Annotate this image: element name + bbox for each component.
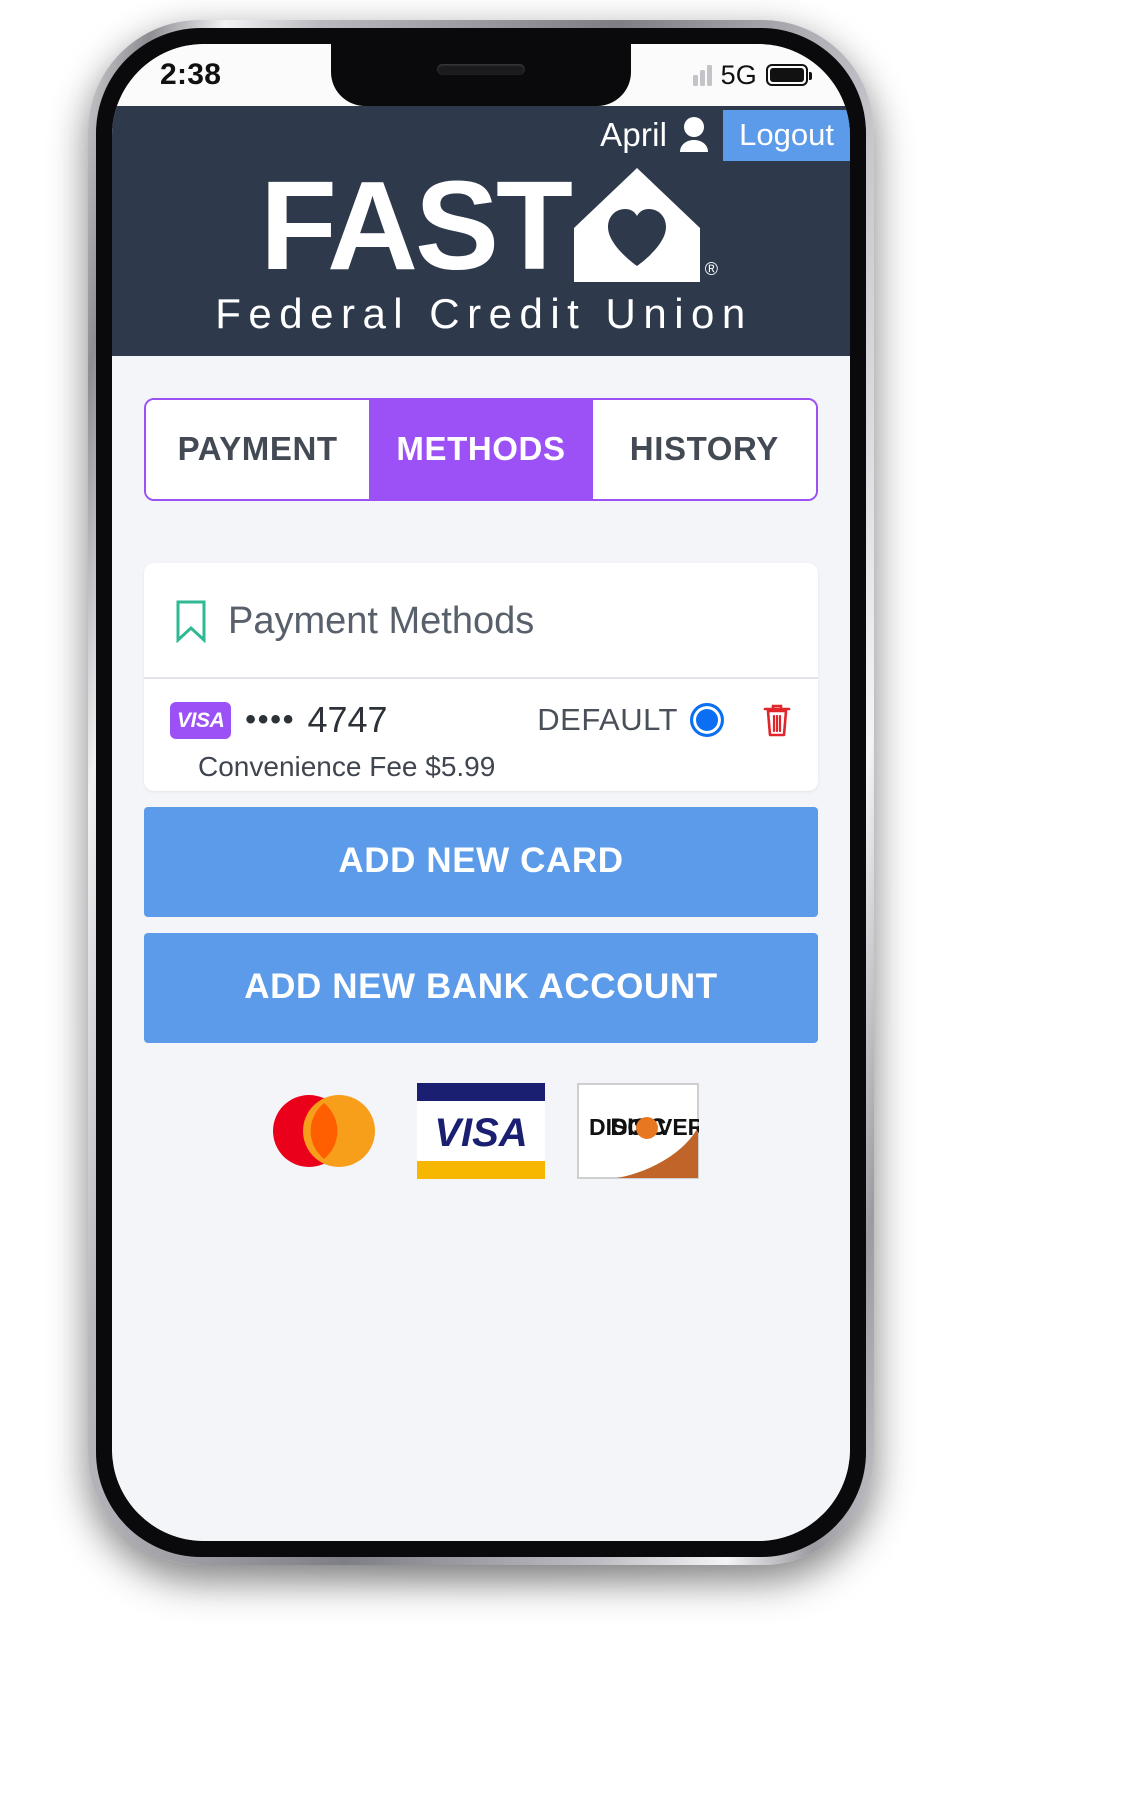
logo-subtitle: Federal Credit Union: [215, 290, 753, 337]
default-label: DEFAULT: [537, 702, 678, 737]
registered-trademark: ®: [704, 259, 718, 279]
screenshot-root: 2:38 5G April Logout FAST ® Federal Cred…: [0, 0, 1125, 1800]
house-heart-icon: ®: [572, 166, 718, 284]
card-last4: 4747: [307, 699, 388, 740]
logo-wordmark: FAST: [259, 155, 573, 297]
phone-bezel: 2:38 5G April Logout FAST ® Federal Cred…: [96, 28, 866, 1557]
person-icon: [677, 116, 723, 154]
add-new-card-button[interactable]: ADD NEW CARD: [144, 807, 818, 917]
earpiece-speaker: [437, 64, 525, 75]
convenience-fee-label: Convenience Fee $5.99: [198, 751, 496, 782]
logout-button[interactable]: Logout: [723, 109, 850, 161]
visa-badge: VISA: [170, 701, 232, 739]
svg-text:VER: VER: [657, 1114, 699, 1140]
tab-methods[interactable]: METHODS: [369, 400, 593, 499]
payment-methods-card: Payment Methods VISA •••• 4747 DEFAULT C…: [144, 563, 818, 791]
username-label: April: [600, 116, 668, 153]
app-content: PAYMENT METHODS HISTORY Payment Methods …: [112, 398, 850, 1541]
add-new-bank-account-button[interactable]: ADD NEW BANK ACCOUNT: [144, 933, 818, 1043]
brand-logo: FAST ® Federal Credit Union: [112, 155, 850, 338]
bookmark-icon: [174, 599, 208, 643]
phone-frame: 2:38 5G April Logout FAST ® Federal Cred…: [88, 20, 874, 1565]
tab-payment[interactable]: PAYMENT: [146, 400, 370, 499]
masked-digits: ••••: [245, 703, 296, 736]
svg-text:DISC: DISC: [589, 1114, 644, 1140]
default-radio-button[interactable]: [690, 703, 724, 737]
card-title: Payment Methods: [228, 599, 535, 642]
status-indicators: 5G: [692, 59, 812, 91]
trash-icon: [763, 704, 791, 737]
tab-history[interactable]: HISTORY: [592, 400, 816, 499]
app-header: April Logout FAST ® Federal Credit Union: [112, 106, 850, 356]
payment-method-main: VISA •••• 4747 DEFAULT: [170, 699, 792, 741]
phone-notch: [331, 44, 631, 106]
discover-logo: DISC X DISCOVER DISC VER: [577, 1083, 699, 1179]
card-header: Payment Methods: [144, 563, 818, 679]
tab-bar: PAYMENT METHODS HISTORY: [144, 398, 818, 501]
network-type-label: 5G: [720, 59, 757, 90]
status-time: 2:38: [160, 58, 222, 91]
visa-logo: VISA: [417, 1083, 545, 1179]
battery-icon: [766, 64, 812, 86]
mastercard-logo: [263, 1083, 385, 1179]
delete-method-button[interactable]: [762, 702, 792, 738]
svg-text:VISA: VISA: [434, 1111, 527, 1155]
logo-row: FAST ®: [112, 155, 850, 297]
signal-bars-icon: [692, 64, 712, 86]
phone-screen: 2:38 5G April Logout FAST ® Federal Cred…: [112, 44, 850, 1541]
accepted-card-brands: VISA DISC X DISCOVER DISC: [112, 1083, 850, 1179]
payment-method-row: VISA •••• 4747 DEFAULT Convenience Fee $…: [144, 679, 818, 791]
